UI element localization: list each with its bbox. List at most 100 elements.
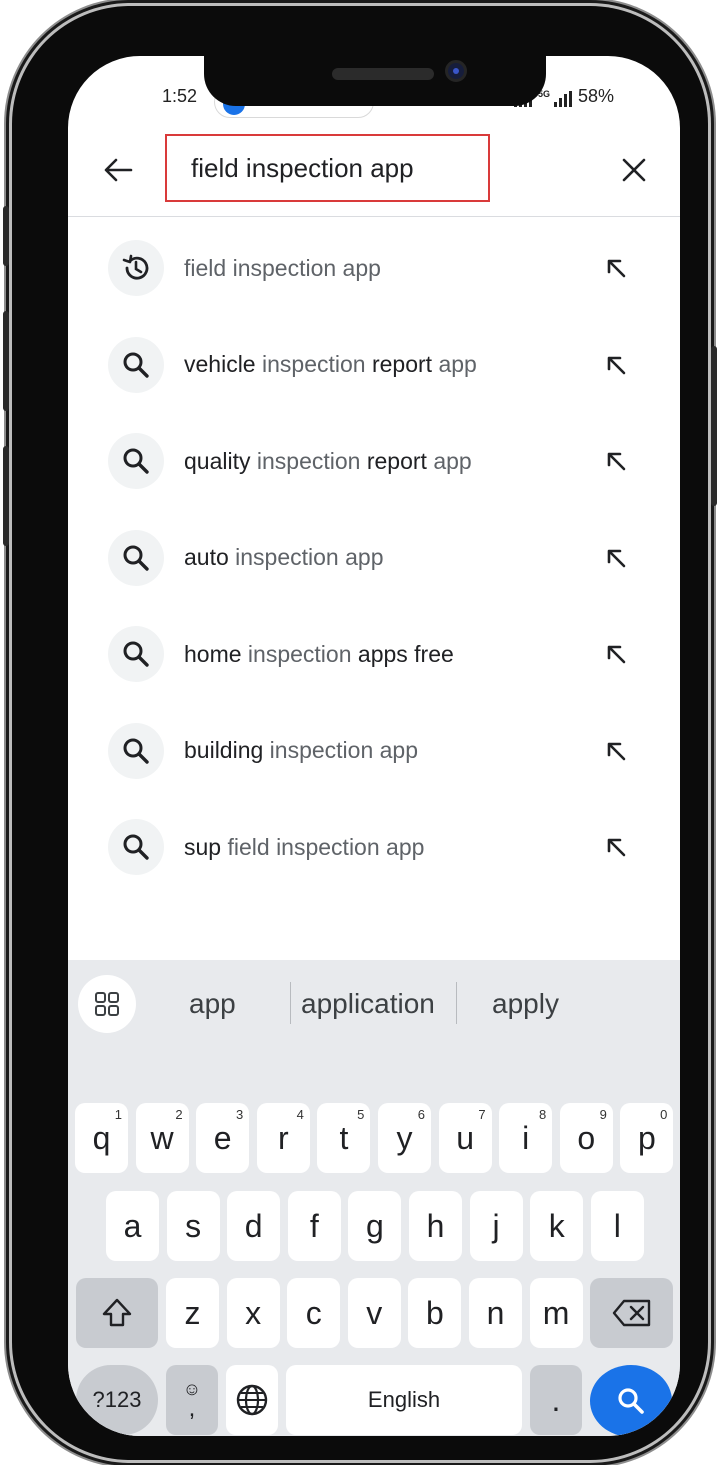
key-label: e	[213, 1119, 232, 1156]
key-t[interactable]: t5	[317, 1103, 371, 1173]
key-label: a	[123, 1207, 142, 1244]
suggestion-item[interactable]: sup field inspection app	[68, 799, 680, 896]
key-i[interactable]: i8	[499, 1103, 553, 1173]
arrow-up-left-icon	[607, 838, 626, 857]
period-key[interactable]: .	[530, 1365, 582, 1435]
key-label: k	[548, 1207, 565, 1244]
key-s[interactable]: s	[166, 1191, 220, 1261]
key-j[interactable]: j	[469, 1191, 523, 1261]
mute-switch	[3, 206, 9, 266]
prediction-divider	[456, 982, 457, 1024]
key-label: z	[184, 1294, 201, 1331]
key-number-hint: 9	[599, 1107, 607, 1122]
key-label: o	[577, 1119, 596, 1156]
key-number-hint: 3	[235, 1107, 244, 1122]
space-key[interactable]: English	[286, 1365, 522, 1435]
keyboard-search-key[interactable]	[590, 1365, 672, 1436]
arrow-up-left-icon	[607, 549, 626, 568]
suggestion-item[interactable]: vehicle inspection report app	[68, 317, 680, 414]
key-d[interactable]: d	[227, 1191, 281, 1261]
key-label: w	[150, 1119, 174, 1156]
fill-query-button[interactable]	[596, 827, 636, 867]
key-b[interactable]: b	[408, 1278, 462, 1348]
suggestion-text: home inspection apps free	[184, 640, 454, 667]
back-button[interactable]	[98, 150, 138, 190]
search-input[interactable]	[191, 152, 488, 184]
backspace-key[interactable]	[590, 1278, 673, 1348]
status-time: 1:52	[162, 86, 198, 106]
key-o[interactable]: o9	[559, 1103, 613, 1173]
key-label: n	[486, 1294, 505, 1331]
key-v[interactable]: v	[347, 1278, 401, 1348]
search-icon	[108, 722, 164, 779]
key-y[interactable]: y6	[378, 1103, 431, 1173]
keyboard-menu-button[interactable]	[78, 975, 136, 1033]
key-p[interactable]: p0	[620, 1103, 674, 1173]
suggestion-text: auto inspection app	[184, 544, 384, 571]
key-l[interactable]: l	[590, 1191, 644, 1261]
key-c[interactable]: c	[287, 1278, 341, 1348]
key-label: t	[339, 1119, 349, 1156]
key-number-hint: 4	[296, 1107, 304, 1122]
suggestion-list: field inspection app vehicle inspection …	[68, 220, 680, 896]
clear-button[interactable]	[614, 150, 654, 190]
suggestion-item[interactable]: auto inspection app	[68, 510, 680, 607]
front-camera	[445, 60, 467, 82]
notch	[204, 56, 546, 106]
key-label: d	[244, 1207, 263, 1244]
key-label: l	[613, 1207, 621, 1244]
shift-key[interactable]	[76, 1278, 158, 1348]
emoji-comma-key[interactable]: ☺ ,	[166, 1365, 218, 1435]
key-number-hint: 8	[538, 1107, 547, 1122]
fill-query-button[interactable]	[596, 634, 636, 674]
key-h[interactable]: h	[409, 1191, 462, 1261]
fill-query-button[interactable]	[596, 345, 636, 385]
suggestion-text: quality inspection report app	[184, 447, 472, 474]
suggestion-item[interactable]: home inspection apps free	[68, 606, 680, 703]
symbols-key[interactable]: ?123	[76, 1365, 158, 1435]
search-icon	[108, 819, 164, 876]
fill-query-button[interactable]	[596, 248, 636, 288]
key-q[interactable]: q1	[75, 1103, 128, 1173]
suggestion-item[interactable]: building inspection app	[68, 703, 680, 800]
key-z[interactable]: z	[166, 1278, 219, 1348]
key-number-hint: 5	[357, 1107, 365, 1122]
prediction-chip[interactable]: application	[301, 988, 435, 1020]
arrow-up-left-icon	[607, 742, 626, 761]
key-a[interactable]: a	[106, 1191, 159, 1261]
key-label: g	[365, 1207, 384, 1244]
arrow-back-icon	[104, 158, 133, 182]
fill-query-button[interactable]	[596, 538, 636, 578]
key-u[interactable]: u7	[438, 1103, 492, 1173]
key-g[interactable]: g	[348, 1191, 402, 1261]
key-f[interactable]: f	[287, 1191, 341, 1261]
key-w[interactable]: w2	[135, 1103, 189, 1173]
key-label: y	[396, 1119, 413, 1156]
fill-query-button[interactable]	[596, 441, 636, 481]
key-r[interactable]: r4	[256, 1103, 310, 1173]
volume-down-button	[3, 446, 9, 546]
key-label: m	[542, 1294, 570, 1331]
close-icon	[622, 158, 646, 182]
key-label: v	[366, 1294, 383, 1331]
key-number-hint: 7	[478, 1107, 486, 1122]
key-m[interactable]: m	[529, 1278, 583, 1348]
suggestion-item[interactable]: field inspection app	[68, 220, 680, 317]
key-k[interactable]: k	[530, 1191, 584, 1261]
shift-icon	[102, 1298, 132, 1327]
key-e[interactable]: e3	[196, 1103, 250, 1173]
key-x[interactable]: x	[226, 1278, 280, 1348]
search-box[interactable]	[165, 134, 490, 202]
suggestion-text: field inspection app	[184, 254, 381, 281]
key-label: j	[492, 1207, 500, 1244]
prediction-chip[interactable]: app	[189, 988, 236, 1020]
suggestion-item[interactable]: quality inspection report app	[68, 413, 680, 510]
search-icon	[108, 336, 164, 393]
prediction-chip[interactable]: apply	[492, 988, 559, 1020]
language-key[interactable]	[226, 1365, 278, 1435]
apps-grid-icon	[95, 992, 119, 1016]
fill-query-button[interactable]	[596, 731, 636, 771]
key-n[interactable]: n	[469, 1278, 522, 1348]
key-label: b	[425, 1294, 444, 1331]
key-label: s	[185, 1207, 202, 1244]
